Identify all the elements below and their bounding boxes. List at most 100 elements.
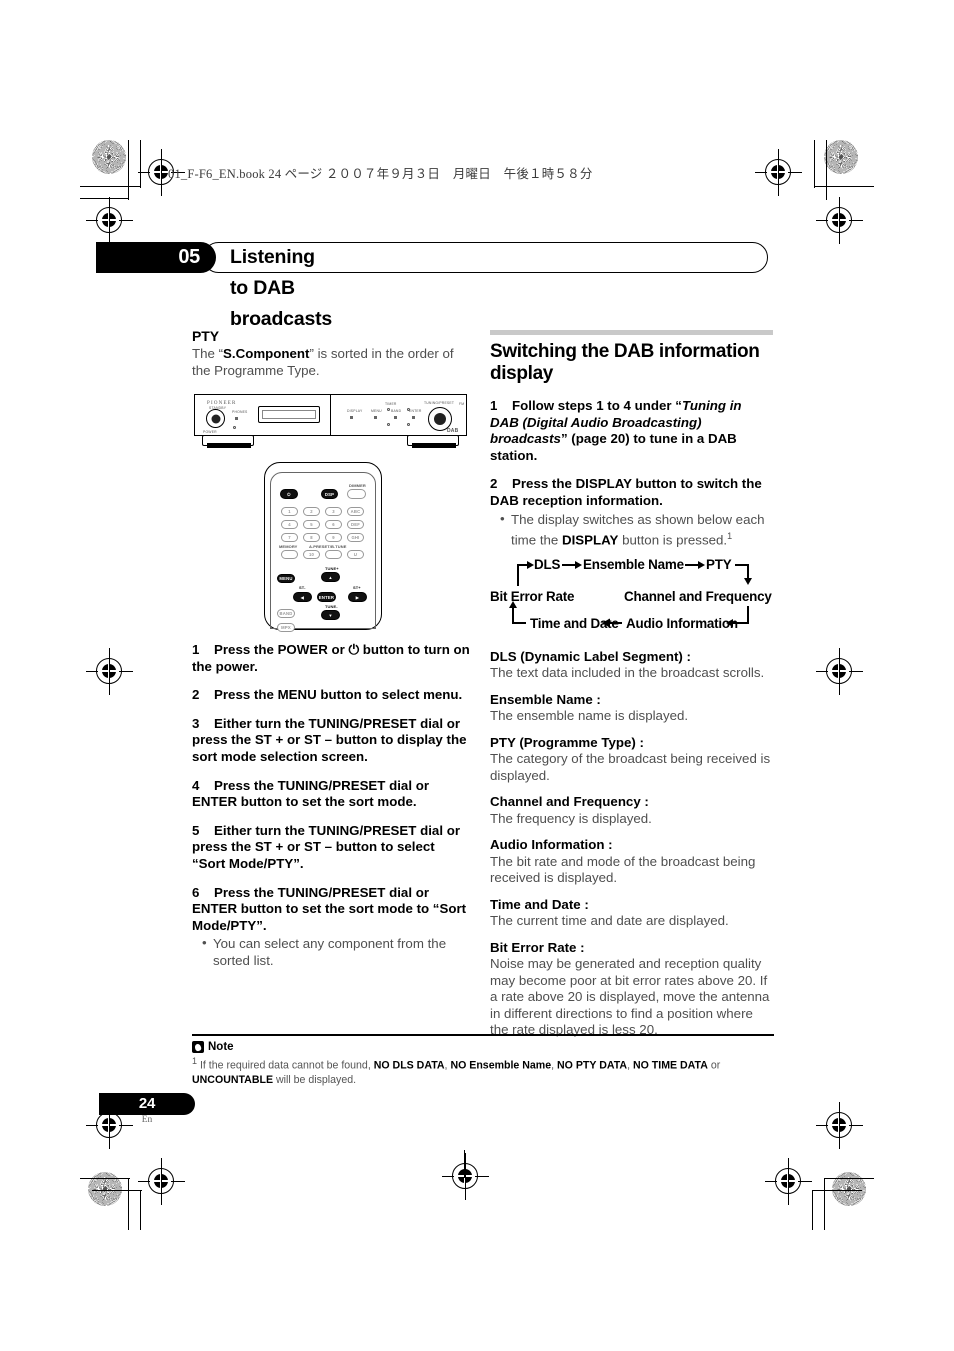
note-block: Note 1 If the required data cannot be fo… bbox=[192, 1034, 774, 1087]
remote-key-3[interactable]: 3 bbox=[325, 507, 342, 516]
mode-button[interactable] bbox=[407, 423, 410, 426]
remote-menu-button[interactable]: MENU bbox=[277, 574, 295, 583]
pty-description: The “S.Component” is sorted in the order… bbox=[192, 346, 470, 379]
remote-key-4[interactable]: 4 bbox=[281, 520, 298, 529]
dimmer-label: DIMMER bbox=[349, 483, 366, 488]
remote-band-button[interactable]: BAND bbox=[277, 609, 295, 618]
definition-dls: DLS (Dynamic Label Segment) : The text d… bbox=[490, 649, 773, 682]
note-bold-1: NO DLS DATA bbox=[373, 1059, 445, 1072]
flow-node-bit-error-rate: Bit Error Rate bbox=[490, 588, 575, 604]
right-step-1-number: 1 bbox=[490, 398, 498, 413]
note-bold-5: UNCOUNTABLE bbox=[192, 1073, 274, 1086]
cropline bbox=[812, 1190, 862, 1192]
flow-node-pty: PTY bbox=[706, 556, 732, 572]
bullet-bold: DISPLAY bbox=[562, 532, 619, 548]
note-divider bbox=[192, 1034, 774, 1037]
list-item: You can select any component from the so… bbox=[202, 935, 470, 969]
remote-st-plus-button[interactable]: ▶ bbox=[348, 592, 367, 602]
registration-mark-bottom-right bbox=[765, 1158, 812, 1205]
remote-mpx-button[interactable]: MPX bbox=[277, 623, 295, 632]
remote-key-6[interactable]: 6 bbox=[325, 520, 342, 529]
cropline bbox=[826, 140, 828, 200]
remote-power-button[interactable]: ⏻ bbox=[280, 489, 298, 499]
registration-mark-right-mid bbox=[816, 648, 863, 695]
cropline bbox=[824, 1178, 826, 1230]
cropline bbox=[814, 140, 816, 188]
remote-key-5[interactable]: 5 bbox=[303, 520, 320, 529]
remote-key-1[interactable]: 1 bbox=[281, 507, 298, 516]
fm-button[interactable] bbox=[407, 408, 410, 411]
right-step-2-bullets: The display switches as shown below each… bbox=[490, 511, 773, 549]
remote-dimmer-button[interactable] bbox=[347, 489, 366, 499]
left-step-3-text: Either turn the TUNING/PRESET dial or pr… bbox=[192, 715, 467, 764]
apreset-btune-label: A.PRESET/B.TUNE bbox=[309, 544, 347, 549]
starburst-mark-top-left bbox=[92, 140, 126, 174]
left-step-3: 3 Either turn the TUNING/PRESET dial or p… bbox=[192, 716, 470, 766]
remote-key-ghi[interactable]: GHI bbox=[347, 533, 364, 542]
aux-button[interactable] bbox=[387, 423, 390, 426]
remote-enter-button[interactable]: ENTER bbox=[317, 592, 336, 602]
flow-node-ensemble-name: Ensemble Name bbox=[583, 556, 684, 572]
left-step-6: 6 Press the TUNING/PRESET dial or ENTER b… bbox=[192, 885, 470, 935]
remote-key-abc[interactable]: ABC bbox=[347, 507, 364, 516]
display-window bbox=[258, 406, 320, 423]
band-label: BAND bbox=[391, 409, 402, 413]
button-mark bbox=[374, 416, 377, 419]
flow-line bbox=[512, 621, 526, 624]
definition-ensemble-name: Ensemble Name : The ensemble name is dis… bbox=[490, 692, 773, 725]
note-text: 1 If the required data cannot be found, … bbox=[192, 1054, 774, 1087]
power-knob[interactable] bbox=[206, 409, 225, 428]
phones-jack-mark bbox=[235, 417, 238, 420]
flow-line bbox=[512, 607, 514, 624]
definition-term: Time and Date : bbox=[490, 896, 589, 912]
registration-mark-left-upper bbox=[86, 197, 133, 244]
st-plus-label: ST+ bbox=[353, 585, 361, 590]
right-step-1-pre: Follow steps 1 to 4 under “ bbox=[512, 398, 682, 413]
button-mark bbox=[412, 416, 415, 419]
remote-key-u[interactable]: U bbox=[347, 550, 364, 559]
remote-control: DIMMER ⏻ DSP 1 2 3 ABC 4 5 6 DEF 7 8 9 G… bbox=[264, 462, 382, 632]
definition-term: Channel and Frequency : bbox=[490, 794, 649, 810]
flow-arrow-right bbox=[698, 560, 705, 569]
remote-key-8[interactable]: 8 bbox=[303, 533, 320, 542]
tune-plus-label: TUNE+ bbox=[325, 566, 339, 571]
remote-key-7[interactable]: 7 bbox=[281, 533, 298, 542]
remote-tune-down-button[interactable]: ▼ bbox=[321, 610, 340, 620]
flow-line bbox=[517, 563, 519, 586]
chapter-number-badge: 05 bbox=[96, 242, 216, 273]
remote-key-def[interactable]: DEF bbox=[347, 520, 364, 529]
definition-description: The bit rate and mode of the broadcast b… bbox=[490, 853, 756, 886]
right-step-1: 1 Follow steps 1 to 4 under “Tuning in DA… bbox=[490, 398, 773, 464]
button-mark bbox=[350, 416, 353, 419]
cropline bbox=[812, 1190, 814, 1230]
left-step-2-number: 2 bbox=[192, 687, 200, 703]
cropline bbox=[92, 1190, 142, 1192]
remote-preset-button[interactable] bbox=[325, 550, 342, 559]
right-step-2-text: Press the DISPLAY button to switch the D… bbox=[490, 476, 762, 508]
note-mid: or bbox=[707, 1059, 721, 1072]
definition-term: DLS (Dynamic Label Segment) : bbox=[490, 648, 691, 664]
right-step-2: 2 Press the DISPLAY button to switch the … bbox=[490, 476, 773, 509]
remote-dsp-button[interactable]: DSP bbox=[321, 489, 338, 499]
page-language: En bbox=[141, 1115, 153, 1125]
flow-arrow-down bbox=[744, 577, 752, 585]
definition-term: Audio Information : bbox=[490, 837, 613, 853]
button-mark bbox=[394, 416, 397, 419]
remote-key-10[interactable]: 10 bbox=[303, 550, 320, 559]
definition-channel-frequency: Channel and Frequency : The frequency is… bbox=[490, 794, 773, 827]
remote-tune-up-button[interactable]: ▲ bbox=[321, 572, 340, 582]
flow-arrow-right bbox=[527, 560, 534, 569]
print-book-header: 01_F-F6_EN.book 24 ページ ２００７年９月３日 月曜日 午後１… bbox=[168, 167, 593, 181]
definition-term: PTY (Programme Type) : bbox=[490, 734, 644, 750]
remote-key-9[interactable]: 9 bbox=[325, 533, 342, 542]
remote-key-2[interactable]: 2 bbox=[303, 507, 320, 516]
remote-st-minus-button[interactable]: ◀ bbox=[293, 592, 312, 602]
cropline bbox=[80, 1178, 130, 1180]
timer-button[interactable] bbox=[387, 408, 390, 411]
remote-memory-button[interactable] bbox=[281, 550, 298, 559]
left-step-2: 2 Press the MENU button to select menu. bbox=[192, 687, 470, 704]
definition-term: Ensemble Name : bbox=[490, 691, 601, 707]
flow-line bbox=[733, 621, 749, 624]
definition-description: The category of the broadcast being rece… bbox=[490, 751, 771, 783]
definition-term: Bit Error Rate : bbox=[490, 939, 585, 955]
